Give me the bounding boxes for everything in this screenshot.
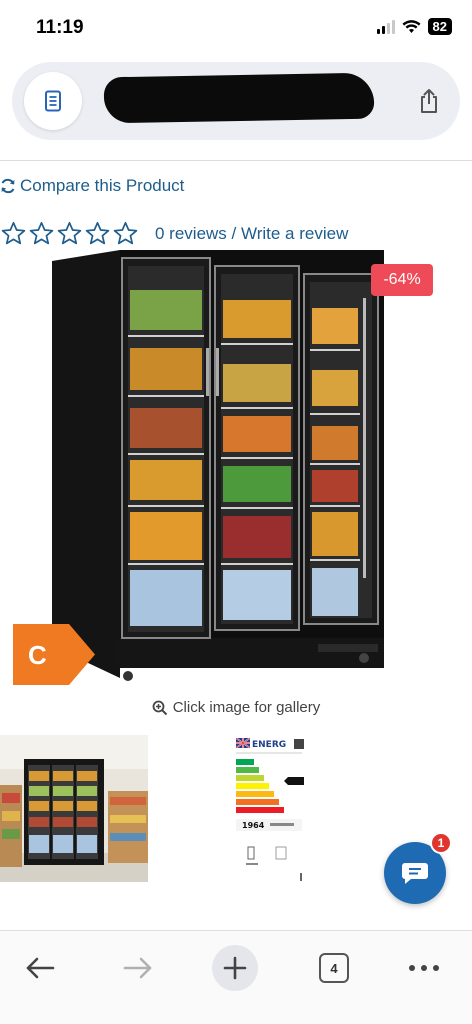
new-tab-circle[interactable] [212, 945, 258, 991]
back-button[interactable] [20, 941, 60, 995]
star-icon [113, 221, 138, 245]
product-image[interactable] [0, 248, 472, 688]
zoom-icon [152, 700, 167, 715]
more-button[interactable] [404, 941, 444, 995]
bottom-toolbar: 4 [0, 930, 472, 1024]
reader-mode-button[interactable] [24, 72, 82, 130]
energy-label-title: ENERG [252, 740, 286, 750]
tabs-button[interactable]: 4 [316, 941, 352, 995]
rating-row: 0 reviews / Write a review [0, 220, 348, 247]
energy-label-value: 1964 [242, 821, 265, 830]
energy-class-letter: C [28, 640, 47, 670]
star-icon [29, 221, 54, 245]
status-icons: 82 [376, 18, 452, 35]
forward-button[interactable] [118, 941, 158, 995]
compare-link[interactable]: Compare this Product [0, 176, 184, 196]
status-time: 11:19 [36, 17, 84, 38]
tabs-icon[interactable]: 4 [319, 953, 349, 983]
thumbnail-energy-label[interactable]: ENERG 1964 [232, 735, 312, 885]
chat-notification-badge: 1 [430, 832, 452, 854]
star-icon [85, 221, 110, 245]
share-button[interactable] [414, 86, 444, 116]
reviews-link[interactable]: 0 reviews / Write a review [155, 224, 348, 244]
back-icon [26, 957, 55, 979]
new-tab-icon [223, 956, 247, 980]
address-bar[interactable] [12, 62, 460, 140]
star-icon [1, 221, 26, 245]
compare-label[interactable]: Compare this Product [20, 176, 184, 196]
discount-badge: -64% [371, 264, 433, 296]
divider [0, 160, 472, 161]
signal-icon [376, 19, 395, 34]
thumbnail-store[interactable] [0, 735, 148, 882]
forward-icon [123, 957, 152, 979]
new-tab-button[interactable] [211, 941, 259, 995]
chat-icon [402, 863, 428, 884]
energy-class-tag [13, 624, 95, 685]
reader-mode-icon [45, 90, 61, 112]
refresh-icon [1, 178, 15, 194]
gallery-hint[interactable]: Click image for gallery [0, 699, 472, 716]
star-rating [0, 220, 139, 247]
gallery-hint-label[interactable]: Click image for gallery [173, 699, 321, 716]
more-icon [409, 965, 439, 971]
battery-icon: 82 [427, 18, 452, 35]
share-icon [421, 89, 437, 113]
star-icon [57, 221, 82, 245]
wifi-icon [402, 19, 421, 33]
url-redacted[interactable] [103, 72, 375, 124]
status-bar: 11:19 82 [0, 0, 472, 58]
